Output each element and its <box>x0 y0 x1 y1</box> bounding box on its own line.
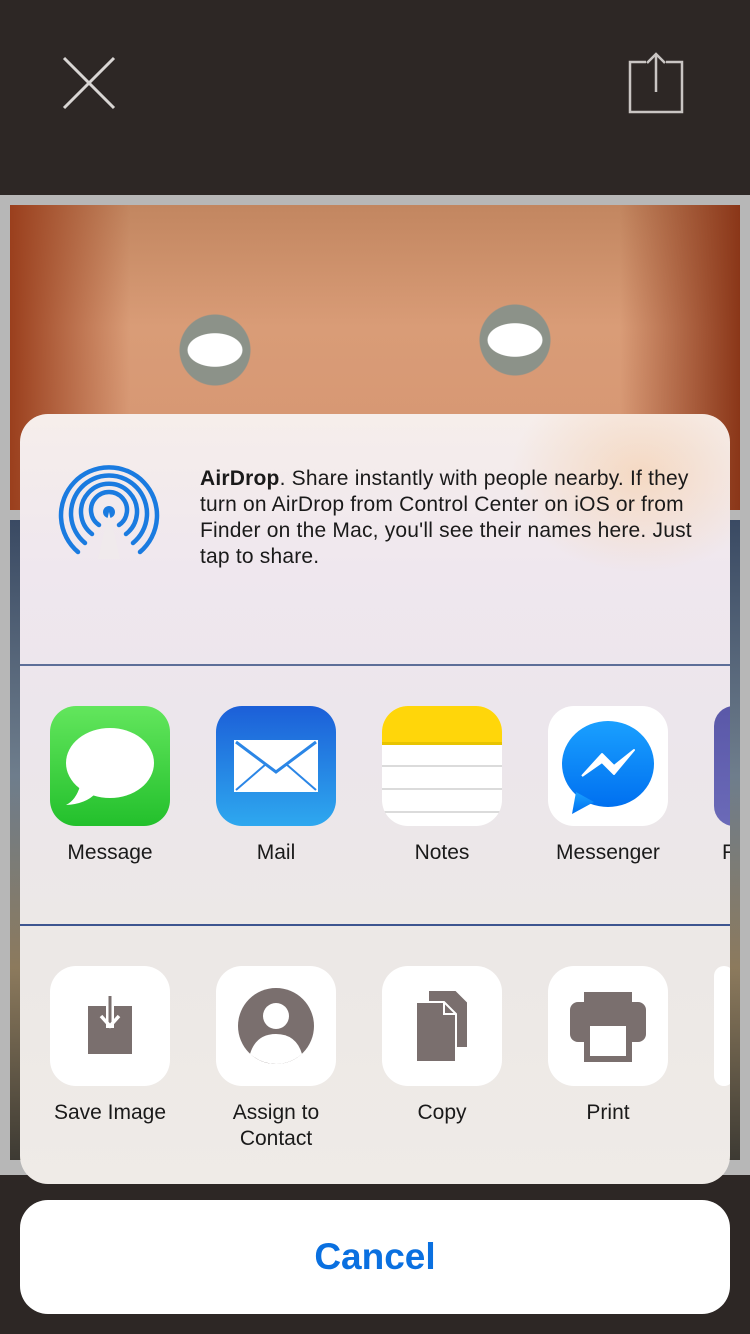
message-icon <box>50 706 170 826</box>
copy-action[interactable]: Copy <box>367 966 517 1126</box>
cancel-button[interactable]: Cancel <box>20 1200 730 1314</box>
top-bar <box>0 0 750 195</box>
close-button[interactable] <box>58 52 120 114</box>
action-label: Print <box>586 1101 630 1124</box>
partial-app-icon <box>714 706 730 826</box>
print-icon <box>548 966 668 1086</box>
share-to-more-app[interactable]: F <box>714 706 730 866</box>
action-label: Copy <box>417 1101 467 1124</box>
print-action[interactable]: Print <box>533 966 683 1126</box>
airdrop-section[interactable]: AirDrop. Share instantly with people nea… <box>20 414 730 664</box>
share-to-message[interactable]: Message <box>35 706 185 866</box>
save-image-action[interactable]: Save Image <box>35 966 185 1126</box>
share-to-notes[interactable]: Notes <box>367 706 517 866</box>
section-divider <box>20 924 730 926</box>
app-label: Messenger <box>556 841 660 864</box>
share-icon <box>628 52 684 114</box>
close-icon <box>62 56 116 110</box>
action-label: Save Image <box>53 1101 167 1124</box>
app-label: Message <box>67 841 153 864</box>
partial-action-icon <box>714 966 730 1086</box>
app-label: F <box>722 841 730 864</box>
notes-icon <box>382 706 502 826</box>
more-action[interactable] <box>714 966 730 1086</box>
contact-icon <box>216 966 336 1086</box>
airdrop-icon <box>58 465 160 559</box>
save-image-icon <box>50 966 170 1086</box>
mail-icon <box>216 706 336 826</box>
app-label: Mail <box>256 841 296 864</box>
copy-icon <box>382 966 502 1086</box>
share-button[interactable] <box>626 52 686 116</box>
app-row: Message Mail Notes Messenger F <box>20 706 730 886</box>
action-row: Save Image Assign to Contact Copy Print <box>20 966 730 1176</box>
assign-to-contact-action[interactable]: Assign to Contact <box>201 966 351 1152</box>
share-to-messenger[interactable]: Messenger <box>533 706 683 866</box>
share-sheet: AirDrop. Share instantly with people nea… <box>20 414 730 1184</box>
app-label: Notes <box>414 841 470 864</box>
airdrop-title: AirDrop <box>200 467 280 490</box>
airdrop-description: AirDrop. Share instantly with people nea… <box>200 466 700 570</box>
action-label: Assign to Contact <box>232 1101 320 1150</box>
messenger-icon <box>548 706 668 826</box>
section-divider <box>20 664 730 666</box>
share-to-mail[interactable]: Mail <box>201 706 351 866</box>
